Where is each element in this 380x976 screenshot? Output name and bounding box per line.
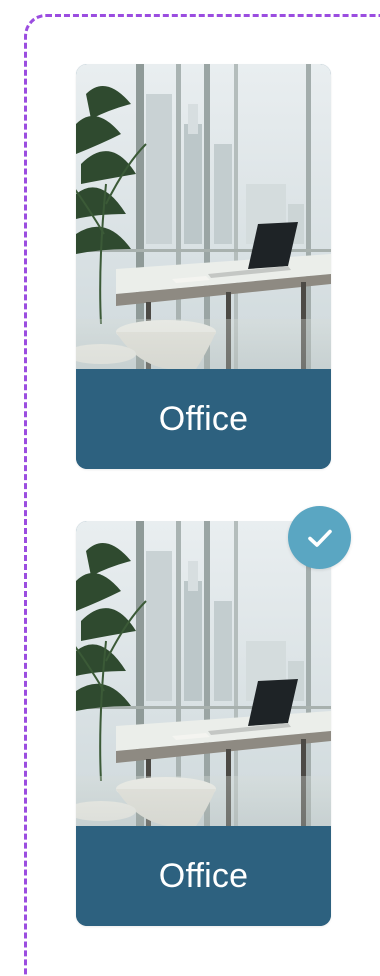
office-option-card-selected[interactable]: Office	[76, 521, 331, 926]
office-option-card[interactable]: Office	[76, 64, 331, 469]
card-label: Office	[158, 857, 249, 895]
office-photo	[76, 521, 331, 826]
card-label: Office	[158, 400, 249, 438]
card-label-band: Office	[76, 826, 331, 926]
office-photo	[76, 64, 331, 369]
card-label-band: Office	[76, 369, 331, 469]
selected-check-badge	[288, 506, 351, 569]
check-icon	[307, 529, 332, 547]
option-canvas: Office Office	[0, 0, 380, 976]
